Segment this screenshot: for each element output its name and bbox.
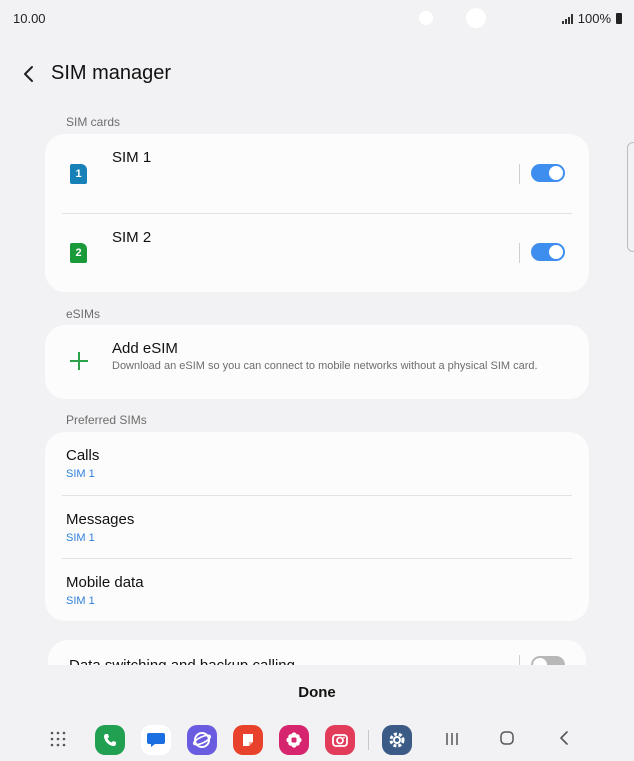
back-icon[interactable]: [556, 730, 572, 746]
sim-1-toggle[interactable]: [531, 164, 565, 182]
add-esim-title: Add eSIM: [112, 340, 178, 357]
sim-2-toggle[interactable]: [531, 243, 565, 261]
sim-1-icon: 1: [70, 164, 87, 184]
separator: [519, 655, 520, 665]
preferred-sims-card: Calls SIM 1 Messages SIM 1 Mobile data S…: [45, 432, 589, 621]
camera-icon[interactable]: [325, 725, 355, 755]
sim-row-2[interactable]: 2 SIM 2: [45, 214, 589, 292]
home-icon[interactable]: [499, 730, 515, 746]
messages-label: Messages: [66, 511, 135, 528]
toggle-knob: [548, 244, 564, 260]
messages-icon[interactable]: [141, 725, 171, 755]
notes-icon[interactable]: [233, 725, 263, 755]
pref-row-calls[interactable]: Calls SIM 1: [45, 432, 589, 495]
data-switching-label: Data switching and backup calling: [69, 657, 295, 665]
header: SIM manager: [0, 54, 634, 94]
section-label-preferred: Preferred SIMs: [66, 413, 147, 427]
signal-icon: [561, 13, 573, 24]
scroll-clip: Data switching and backup calling: [0, 640, 634, 665]
messages-value: SIM 1: [66, 532, 95, 544]
back-arrow-icon[interactable]: [18, 60, 42, 88]
camera-cutout: [419, 11, 433, 25]
status-bar: 10.00 100%: [0, 0, 634, 36]
plus-icon: [69, 351, 89, 371]
sim-1-label: SIM 1: [112, 149, 152, 166]
pref-row-mobile-data[interactable]: Mobile data SIM 1: [45, 559, 589, 622]
add-esim-card[interactable]: Add eSIM Download an eSIM so you can con…: [45, 325, 589, 399]
recents-icon[interactable]: [444, 731, 460, 747]
apps-grid-icon[interactable]: [50, 731, 66, 747]
gallery-icon[interactable]: [279, 725, 309, 755]
data-switching-toggle[interactable]: [531, 656, 565, 665]
section-label-esims: eSIMs: [66, 307, 101, 321]
phone-icon[interactable]: [95, 725, 125, 755]
battery-icon: [616, 13, 622, 24]
calls-label: Calls: [66, 447, 100, 464]
separator: [519, 243, 520, 263]
mobile-data-value: SIM 1: [66, 595, 95, 607]
page-title: SIM manager: [51, 62, 172, 84]
edge-panel-handle[interactable]: [627, 142, 634, 252]
calls-value: SIM 1: [66, 468, 95, 480]
toggle-knob: [532, 657, 548, 665]
add-esim-description: Download an eSIM so you can connect to m…: [112, 360, 538, 372]
data-switching-row[interactable]: Data switching and backup calling: [48, 640, 586, 665]
mobile-data-label: Mobile data: [66, 574, 144, 591]
taskbar-separator: [368, 730, 369, 750]
section-label-sim-cards: SIM cards: [66, 115, 121, 129]
toggle-knob: [548, 165, 564, 181]
done-button[interactable]: Done: [267, 680, 367, 704]
taskbar: [0, 718, 634, 761]
sim-2-label: SIM 2: [112, 229, 152, 246]
separator: [519, 164, 520, 184]
status-time: 10.00: [13, 11, 46, 26]
battery-level: 100%: [577, 11, 611, 26]
camera-cutout: [466, 8, 486, 28]
sim-cards-card: 1 SIM 1 2 SIM 2: [45, 134, 589, 292]
sim-row-1[interactable]: 1 SIM 1: [45, 134, 589, 212]
pref-row-messages[interactable]: Messages SIM 1: [45, 496, 589, 559]
sim-2-icon: 2: [70, 243, 87, 263]
internet-icon[interactable]: [187, 725, 217, 755]
status-indicators: 100%: [561, 11, 622, 26]
settings-icon[interactable]: [382, 725, 412, 755]
